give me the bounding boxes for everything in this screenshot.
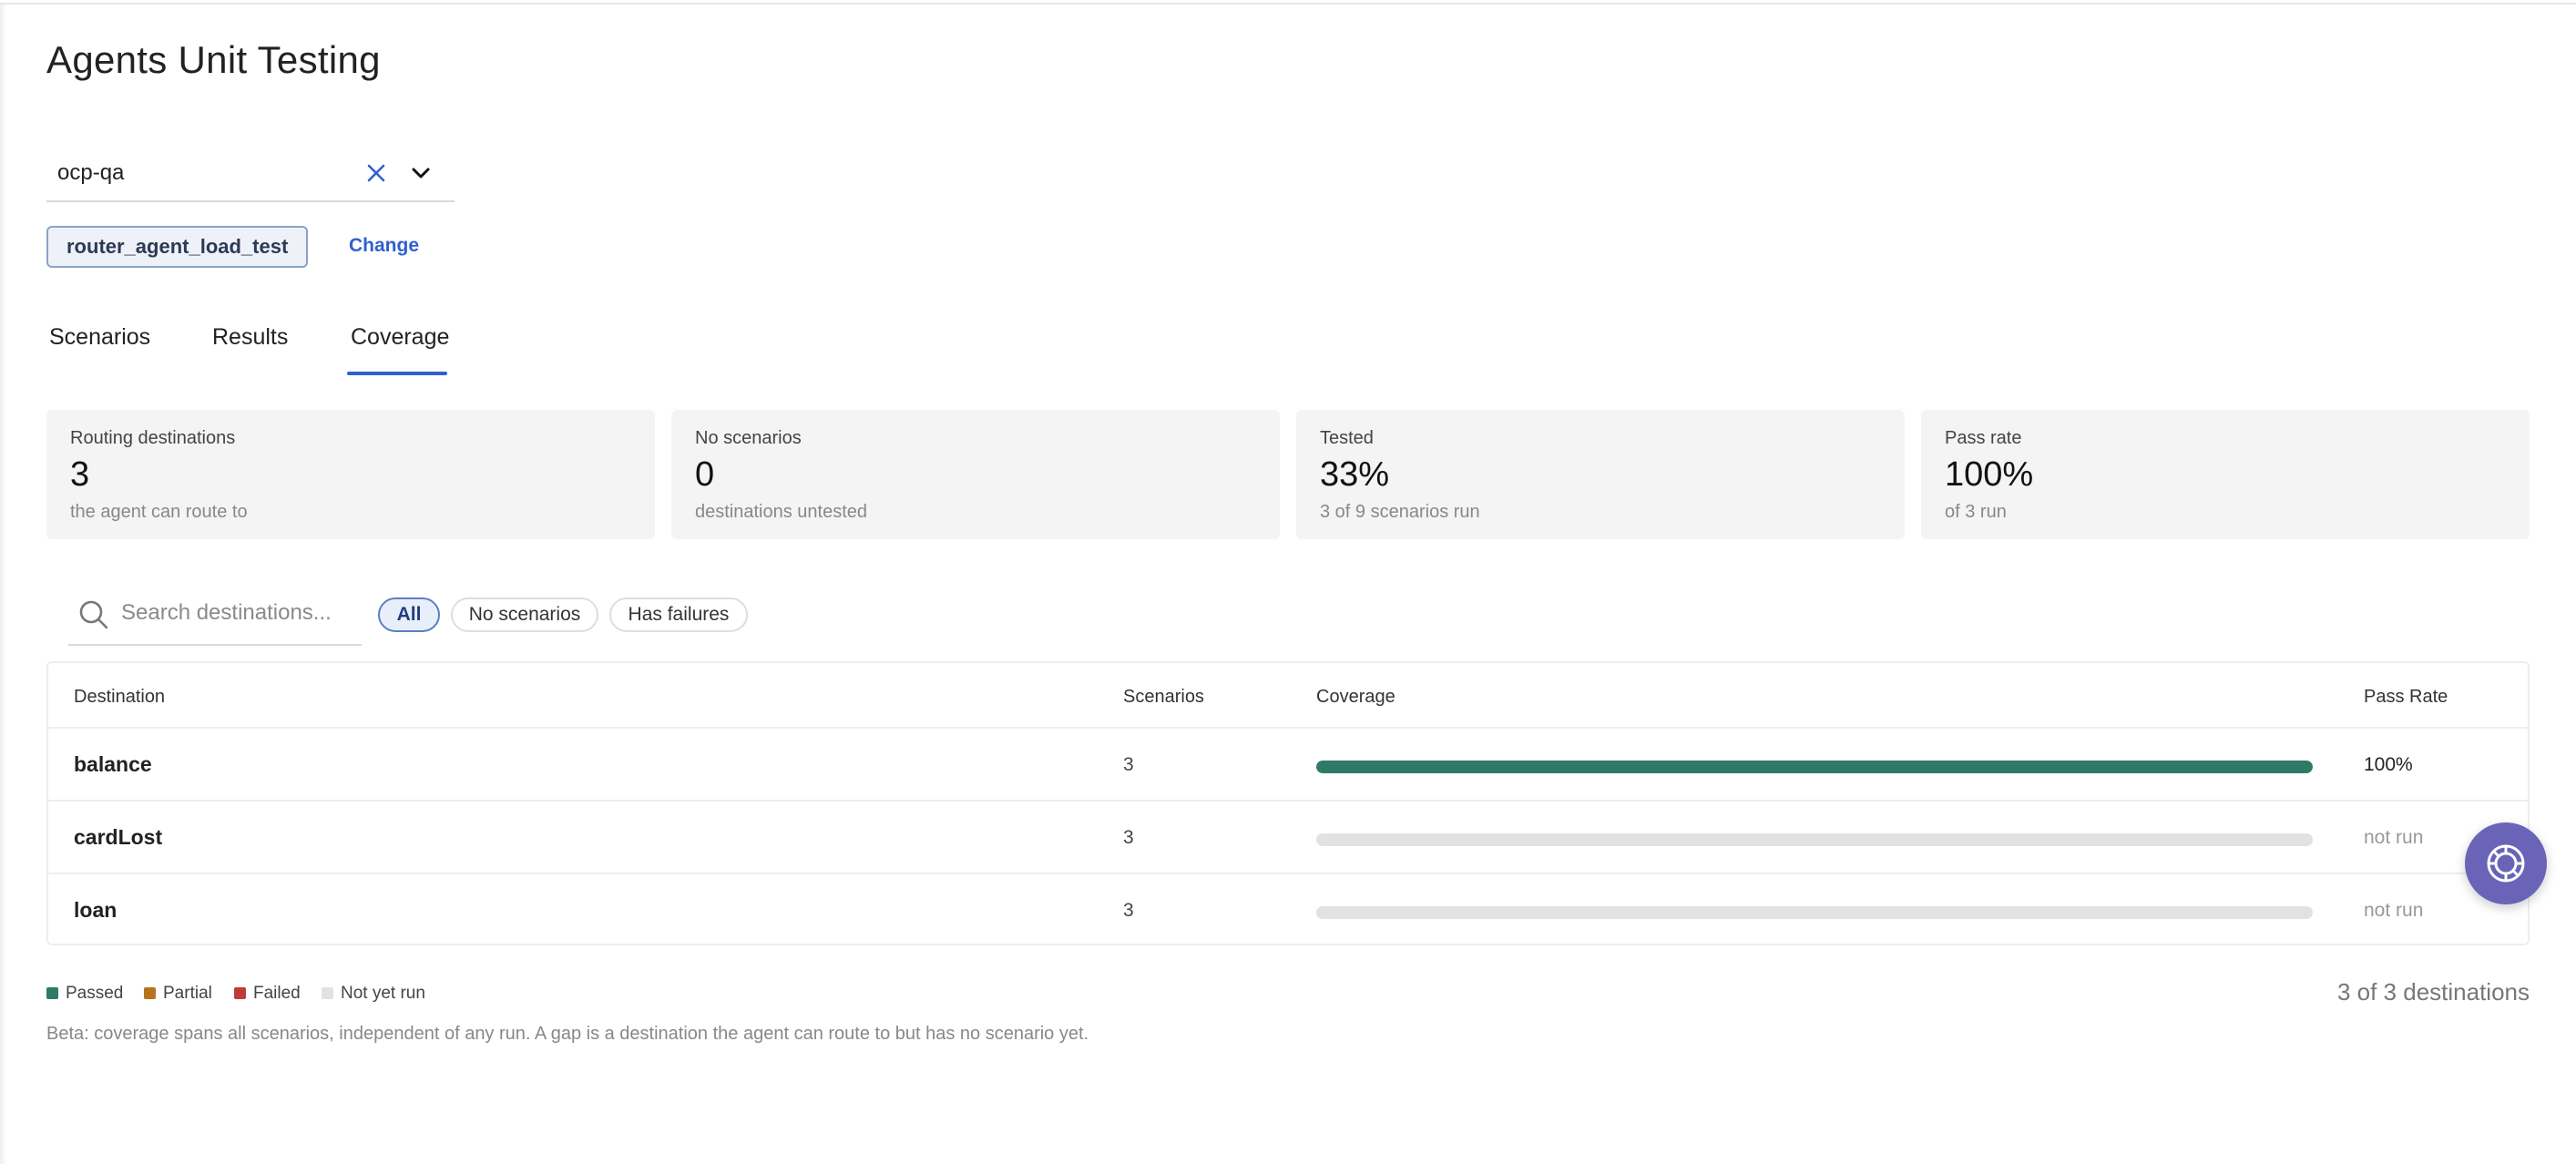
coverage-bar-fill — [1316, 761, 2313, 773]
stat-subtext: of 3 run — [1945, 502, 2007, 522]
legend-item-passed: Passed — [46, 984, 123, 1004]
column-header-scenarios[interactable]: Scenarios — [1123, 687, 1204, 708]
stat-subtext: the agent can route to — [70, 502, 248, 522]
legend-swatch — [46, 987, 58, 999]
active-tab-indicator — [347, 372, 447, 375]
stat-label: Tested — [1320, 428, 1374, 448]
support-icon — [2487, 844, 2525, 883]
search-icon — [79, 600, 108, 629]
legend-item-partial: Partial — [144, 984, 212, 1004]
destination-name: balance — [74, 752, 152, 776]
tab-results[interactable]: Results — [212, 324, 288, 351]
top-border — [0, 0, 2576, 5]
pass-rate: not run — [2364, 827, 2424, 848]
column-header-destination[interactable]: Destination — [74, 687, 165, 708]
search-destinations-input[interactable]: Search destinations... — [68, 587, 362, 646]
legend-label: Failed — [253, 984, 301, 1003]
tab-bar: Scenarios Results Coverage — [46, 319, 520, 377]
pass-rate: not run — [2364, 900, 2424, 921]
stat-label: No scenarios — [695, 428, 802, 448]
coverage-bar — [1316, 761, 2313, 773]
left-edge-shade — [0, 5, 6, 1164]
help-chat-button[interactable] — [2465, 822, 2547, 904]
tab-coverage[interactable]: Coverage — [351, 324, 449, 351]
stat-label: Routing destinations — [70, 428, 236, 448]
pass-rate: 100% — [2364, 754, 2413, 775]
tab-scenarios[interactable]: Scenarios — [49, 324, 150, 351]
search-placeholder: Search destinations... — [121, 600, 332, 625]
legend-item-not-yet-run: Not yet run — [322, 984, 425, 1004]
beta-note: Beta: coverage spans all scenarios, inde… — [46, 1024, 1089, 1044]
stat-card-pass-rate: Pass rate 100% of 3 run — [1921, 410, 2530, 539]
destination-count: 3 of 3 destinations — [2336, 978, 2530, 1006]
legend-swatch — [234, 987, 246, 999]
filter-all[interactable]: All — [378, 597, 440, 632]
stat-value: 33% — [1320, 455, 1390, 494]
legend-item-failed: Failed — [234, 984, 301, 1004]
stat-subtext: 3 of 9 scenarios run — [1320, 502, 1480, 522]
legend-label: Passed — [66, 984, 124, 1003]
filter-has-failures[interactable]: Has failures — [609, 597, 748, 632]
agent-chip: router_agent_load_test — [46, 226, 309, 268]
destination-name: cardLost — [74, 825, 163, 849]
scenario-count: 3 — [1123, 900, 1134, 921]
legend-label: Not yet run — [341, 984, 425, 1003]
legend-swatch — [322, 987, 333, 999]
page-title: Agents Unit Testing — [46, 38, 381, 81]
legend-label: Partial — [163, 984, 212, 1003]
coverage-bar — [1316, 906, 2313, 919]
change-agent-link[interactable]: Change — [349, 235, 419, 257]
stat-card-no-scenarios: No scenarios 0 destinations untested — [671, 410, 1280, 539]
column-header-coverage[interactable]: Coverage — [1316, 687, 1395, 708]
scenario-count: 3 — [1123, 827, 1134, 848]
stat-value: 100% — [1945, 455, 2034, 494]
destination-name: loan — [74, 898, 118, 922]
project-selector[interactable]: ocp-qa — [46, 148, 455, 202]
table-row[interactable]: loan 3 not run — [48, 873, 2528, 945]
scenario-count: 3 — [1123, 754, 1134, 775]
table-row[interactable]: cardLost 3 not run — [48, 800, 2528, 873]
filter-no-scenarios[interactable]: No scenarios — [451, 597, 598, 632]
column-header-pass-rate[interactable]: Pass Rate — [2364, 687, 2448, 708]
chevron-down-icon[interactable] — [406, 158, 435, 188]
table-row[interactable]: balance 3 100% — [48, 727, 2528, 800]
stat-value: 3 — [70, 455, 90, 494]
stat-value: 0 — [695, 455, 715, 494]
project-selector-value: ocp-qa — [57, 160, 125, 185]
close-icon[interactable] — [362, 158, 391, 188]
stat-card-routing-destinations: Routing destinations 3 the agent can rou… — [46, 410, 655, 539]
legend-swatch — [144, 987, 156, 999]
stat-card-tested: Tested 33% 3 of 9 scenarios run — [1296, 410, 1905, 539]
coverage-table: Destination Scenarios Coverage Pass Rate… — [46, 661, 2530, 945]
coverage-bar — [1316, 833, 2313, 846]
stat-label: Pass rate — [1945, 428, 2022, 448]
stat-subtext: destinations untested — [695, 502, 868, 522]
